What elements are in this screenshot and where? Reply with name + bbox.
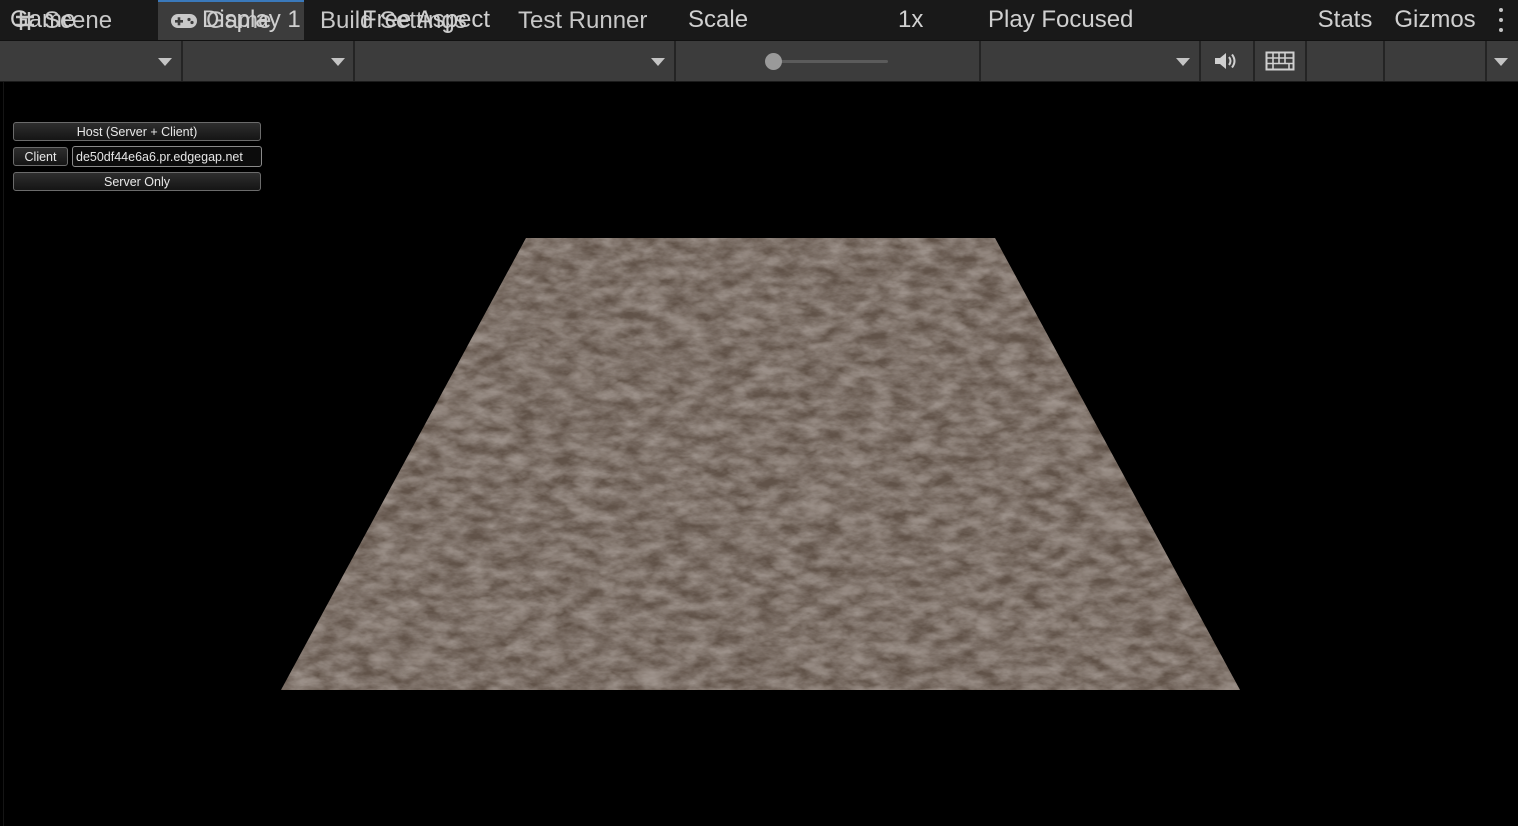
server-address-input[interactable] [72, 146, 262, 167]
client-button[interactable]: Client [13, 147, 68, 166]
host-button-label: Host (Server + Client) [76, 124, 198, 139]
server-only-button[interactable]: Server Only [13, 172, 261, 191]
host-button[interactable]: Host (Server + Client) [13, 122, 261, 141]
server-only-button-label: Server Only [104, 174, 170, 189]
client-button-label: Client [24, 149, 57, 164]
ground-plane-cracks [281, 238, 1240, 690]
